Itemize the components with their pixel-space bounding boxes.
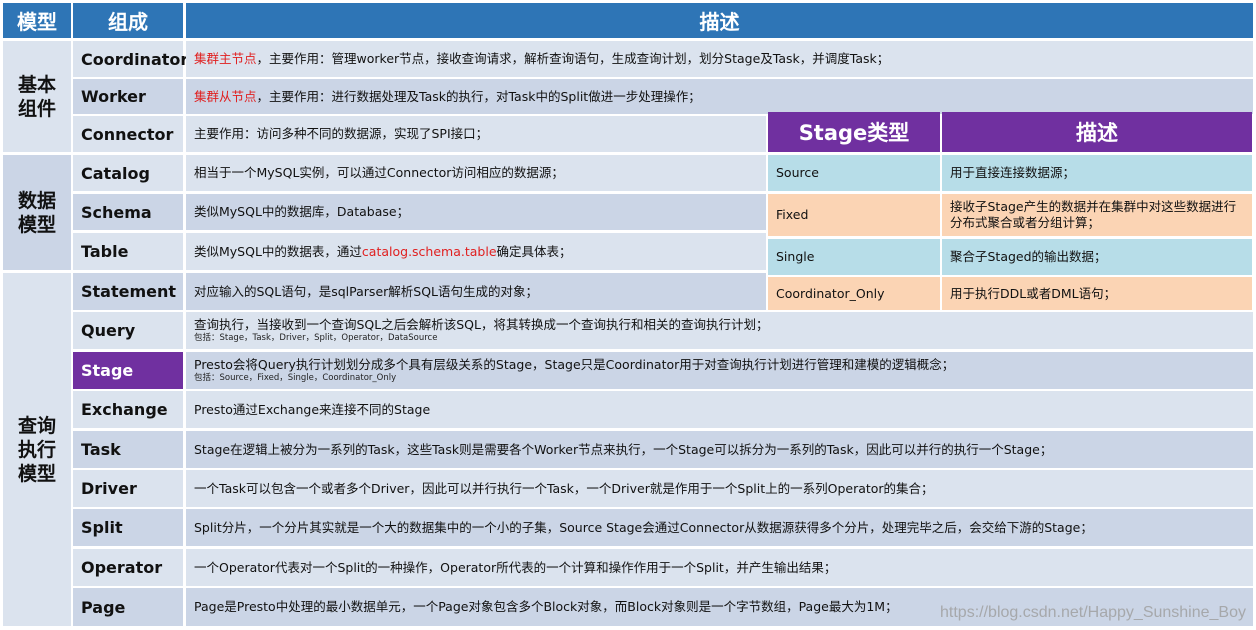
description-text: Presto通过Exchange来连接不同的Stage <box>194 401 431 417</box>
description-exchange: Presto通过Exchange来连接不同的Stage <box>186 391 1253 428</box>
group-query-execution-model: 查询 执行 模型 <box>3 273 71 626</box>
component-coordinator: Coordinator <box>73 41 188 77</box>
group-label: 查询 执行 模型 <box>17 414 56 485</box>
description-task: Stage在逻辑上被分为一系列的Task，这些Task则是需要各个Worker节… <box>186 431 1253 468</box>
description-text: 主要作用：访问多种不同的数据源，实现了SPI接口； <box>194 126 489 141</box>
description-text: 相当于一个MySQL实例，可以通过Connector访问相应的数据源； <box>194 165 564 180</box>
component-exchange: Exchange <box>73 391 183 428</box>
description-text: 一个Task可以包含一个或者多个Driver，因此可以并行执行一个Task，一个… <box>194 480 934 496</box>
stage-type-fixed: Fixed <box>768 194 940 236</box>
component-query: Query <box>73 312 183 349</box>
component-schema: Schema <box>73 194 183 230</box>
highlight-text: catalog.schema.table <box>361 243 497 259</box>
component-task: Task <box>73 431 183 468</box>
group-label: 数据 模型 <box>17 189 56 236</box>
description-worker: 集群从节点，主要作用：进行数据处理及Task的执行，对Task中的Split做进… <box>186 79 1253 114</box>
highlight-text: 集群主节点 <box>194 51 257 66</box>
header-model: 模型 <box>3 3 71 38</box>
component-split: Split <box>73 509 183 546</box>
description-query: 查询执行，当接收到一个查询SQL之后会解析该SQL，将其转换成一个查询执行和相关… <box>186 312 1253 349</box>
component-catalog: Catalog <box>73 155 183 191</box>
description-subtext: 包括：Stage，Task，Driver，Split，Operator，Data… <box>194 333 438 343</box>
group-basic-components: 基本 组件 <box>3 41 71 152</box>
description-coordinator: 集群主节点，主要作用：管理worker节点，接收查询请求，解析查询语句，生成查询… <box>186 41 1253 77</box>
description-text: Presto会将Query执行计划划分成多个具有层级关系的Stage，Stage… <box>194 357 955 372</box>
stage-description-header: 描述 <box>942 112 1252 152</box>
description-text: 类似MySQL中的数据表，通过 <box>194 243 362 259</box>
description-text: Split分片，一个分片其实就是一个大的数据集中的一个小的子集，Source S… <box>194 519 1093 535</box>
component-operator: Operator <box>73 549 183 586</box>
description-schema: 类似MySQL中的数据库，Database； <box>186 194 766 230</box>
group-data-model: 数据 模型 <box>3 155 71 270</box>
description-connector: 主要作用：访问多种不同的数据源，实现了SPI接口； <box>186 116 766 152</box>
stage-desc-coordinator-only: 用于执行DDL或者DML语句； <box>942 277 1252 310</box>
highlight-text: 集群从节点 <box>194 88 257 104</box>
description-subtext: 包括：Source，Fixed，Single，Coordinator_Only <box>194 373 397 383</box>
stage-type-header: Stage类型 <box>768 112 940 152</box>
watermark: https://blog.csdn.net/Happy_Sunshine_Boy <box>940 604 1246 621</box>
description-stage: Presto会将Query执行计划划分成多个具有层级关系的Stage，Stage… <box>186 352 1253 389</box>
component-statement: Statement <box>73 273 183 310</box>
stage-type-single: Single <box>768 239 940 275</box>
stage-type-coordinator-only: Coordinator_Only <box>768 277 940 310</box>
description-split: Split分片，一个分片其实就是一个大的数据集中的一个小的子集，Source S… <box>186 509 1253 546</box>
header-component: 组成 <box>73 3 183 38</box>
component-table: Table <box>73 233 183 270</box>
stage-desc-fixed: 接收子Stage产生的数据并在集群中对这些数据进行分布式聚合或者分组计算； <box>942 194 1252 236</box>
stage-desc-single: 聚合子Staged的输出数据； <box>942 239 1252 275</box>
component-page: Page <box>73 588 183 626</box>
description-text: ，主要作用：进行数据处理及Task的执行，对Task中的Split做进一步处理操… <box>256 88 701 104</box>
description-text: 对应输入的SQL语句，是sqlParser解析SQL语句生成的对象； <box>194 283 539 299</box>
component-driver: Driver <box>73 470 183 507</box>
description-text-after: 确定具体表； <box>496 243 572 259</box>
component-stage: Stage <box>73 352 183 389</box>
stage-desc-source: 用于直接连接数据源； <box>942 155 1252 191</box>
description-statement: 对应输入的SQL语句，是sqlParser解析SQL语句生成的对象； <box>186 273 766 310</box>
description-text: 查询执行，当接收到一个查询SQL之后会解析该SQL，将其转换成一个查询执行和相关… <box>194 317 769 332</box>
description-text: 一个Operator代表对一个Split的一种操作，Operator所代表的一个… <box>194 559 837 575</box>
description-text: ，主要作用：管理worker节点，接收查询请求，解析查询语句，生成查询计划，划分… <box>256 51 890 66</box>
group-label: 基本 组件 <box>17 73 56 120</box>
header-description: 描述 <box>186 3 1253 38</box>
description-table: 类似MySQL中的数据表，通过catalog.schema.table确定具体表… <box>186 233 766 270</box>
description-text: 类似MySQL中的数据库，Database； <box>194 204 410 219</box>
stage-type-source: Source <box>768 155 940 191</box>
description-operator: 一个Operator代表对一个Split的一种操作，Operator所代表的一个… <box>186 549 1253 586</box>
description-driver: 一个Task可以包含一个或者多个Driver，因此可以并行执行一个Task，一个… <box>186 470 1253 507</box>
description-catalog: 相当于一个MySQL实例，可以通过Connector访问相应的数据源； <box>186 155 766 191</box>
component-connector: Connector <box>73 116 183 152</box>
description-text: Stage在逻辑上被分为一系列的Task，这些Task则是需要各个Worker节… <box>194 441 1053 457</box>
component-worker: Worker <box>73 79 183 114</box>
